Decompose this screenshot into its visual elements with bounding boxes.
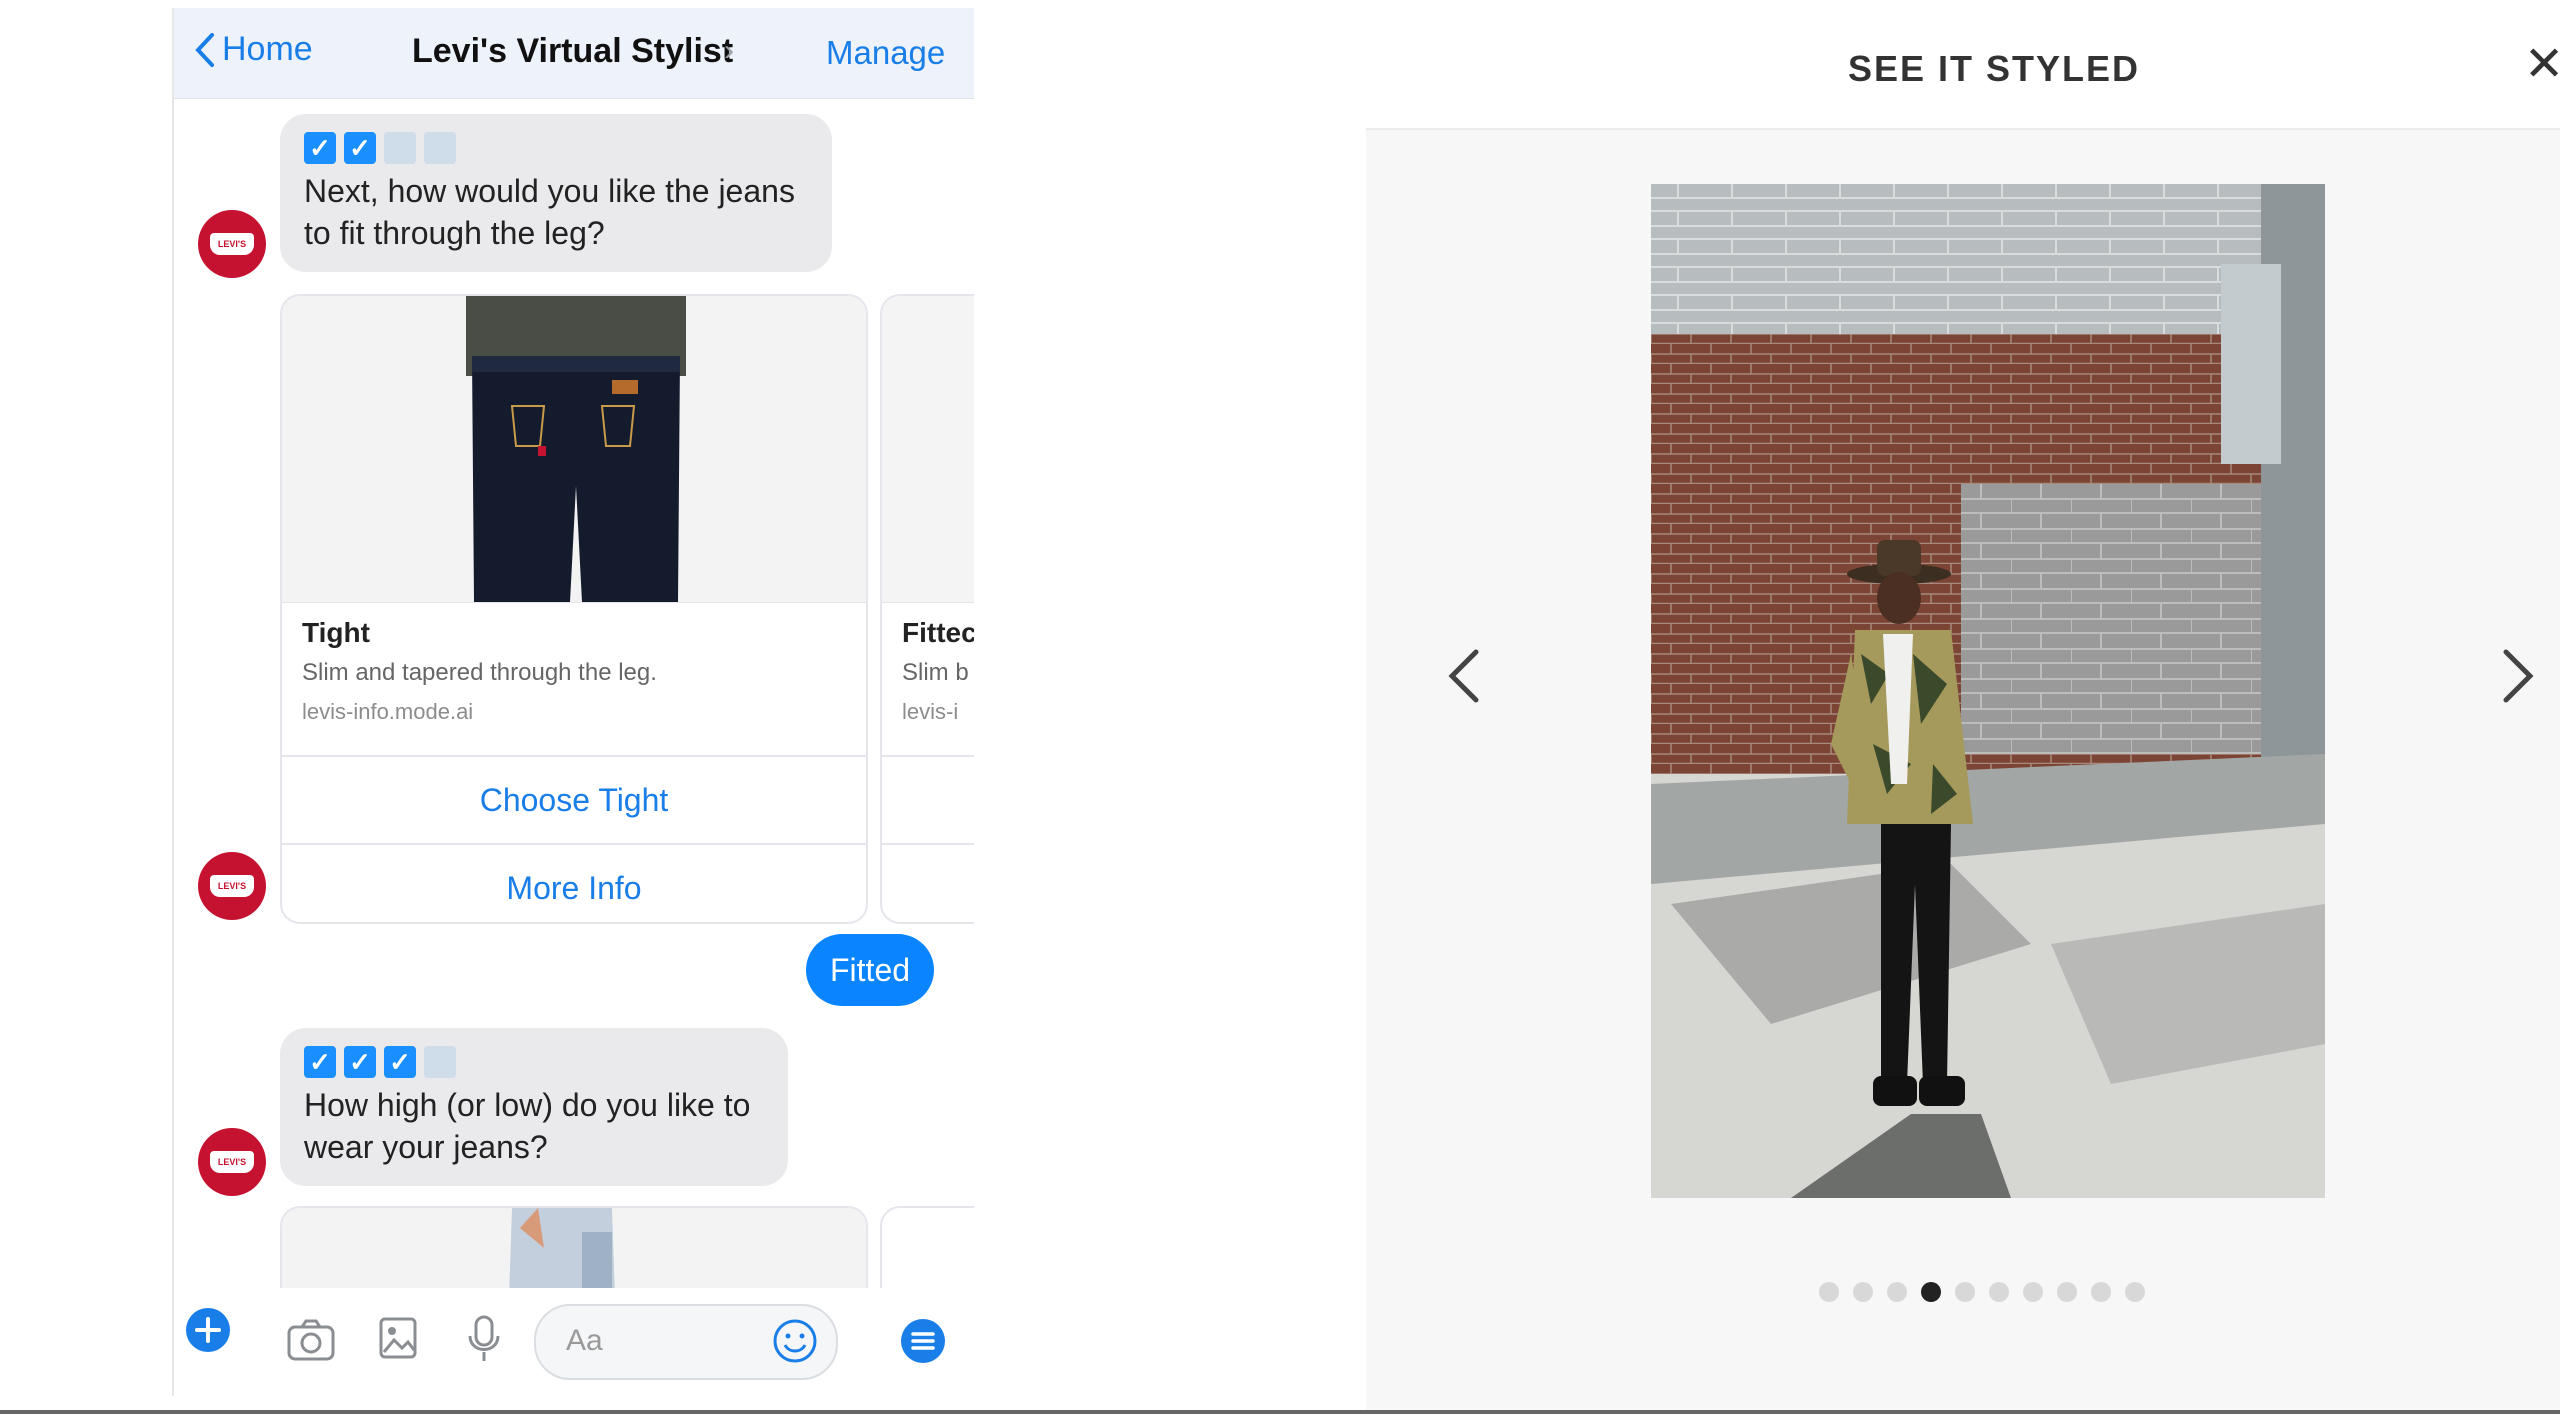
bot-message: ✓ ✓ ✓ How high (or low) do you like to w… (280, 1028, 788, 1186)
carousel-dot[interactable] (1955, 1282, 1975, 1302)
styled-header: SEE IT STYLED ✕ (1366, 0, 2560, 130)
checkbox-checked: ✓ (344, 1046, 376, 1078)
bot-message: ✓ ✓ Next, how would you like the jeans t… (280, 114, 832, 272)
input-placeholder: Aa (566, 1324, 603, 1357)
jeans-product-photo (282, 296, 866, 602)
product-subtitle: Slim b (902, 659, 969, 686)
choose-tight-button[interactable]: Choose Tight (282, 755, 866, 843)
carousel-dot[interactable] (1819, 1282, 1839, 1302)
progress-checks: ✓ ✓ ✓ (304, 1046, 764, 1078)
carousel-dot[interactable] (2057, 1282, 2077, 1302)
product-title: Fittec (902, 617, 974, 648)
product-card: Tight Slim and tapered through the leg. … (280, 294, 868, 924)
carousel-dot-active[interactable] (1921, 1282, 1941, 1302)
image-icon[interactable] (378, 1316, 418, 1365)
product-image[interactable] (882, 296, 974, 602)
levis-logo: LEVI'S (210, 1151, 254, 1173)
manage-button[interactable]: Manage (826, 34, 945, 72)
message-composer: Aa (174, 1288, 974, 1396)
back-button[interactable]: Home (194, 30, 313, 69)
card-action-button[interactable] (882, 843, 974, 922)
man-on-rooftop-photo (1651, 184, 2325, 1198)
checkbox-checked: ✓ (304, 1046, 336, 1078)
product-title: Tight (302, 617, 370, 648)
checkbox-empty (424, 132, 456, 164)
message-input[interactable]: Aa (534, 1304, 838, 1380)
checkbox-checked: ✓ (384, 1046, 416, 1078)
card-action-button[interactable] (882, 755, 974, 843)
close-icon[interactable]: ✕ (2524, 36, 2560, 92)
product-card-body: Tight Slim and tapered through the leg. … (282, 602, 866, 755)
checkbox-checked: ✓ (304, 132, 336, 164)
carousel-dot[interactable] (2091, 1282, 2111, 1302)
product-card: Fittec Slim b levis-i (880, 294, 974, 924)
back-label: Home (222, 30, 313, 68)
carousel-dot[interactable] (1887, 1282, 1907, 1302)
plus-icon[interactable] (184, 1306, 232, 1359)
chat-header: Home Levi's Virtual Stylist › Manage (174, 8, 974, 99)
bottom-divider (0, 1410, 2560, 1414)
title-chevron-icon: › (724, 34, 734, 67)
emoji-icon[interactable] (772, 1318, 818, 1369)
chevron-left-icon (195, 32, 214, 67)
bot-avatar: LEVI'S (198, 1128, 266, 1196)
chevron-right-icon[interactable] (2500, 648, 2536, 709)
carousel-dot[interactable] (2023, 1282, 2043, 1302)
levis-logo: LEVI'S (210, 233, 254, 255)
levis-logo: LEVI'S (210, 875, 254, 897)
product-source: levis-i (902, 699, 959, 724)
styled-title: SEE IT STYLED (1848, 48, 2141, 89)
carousel-dot[interactable] (1853, 1282, 1873, 1302)
microphone-icon[interactable] (466, 1314, 502, 1369)
product-card-body: Fittec Slim b levis-i (882, 602, 974, 755)
user-message: Fitted (806, 934, 935, 1006)
carousel-dots (1819, 1282, 2145, 1302)
product-image[interactable] (282, 296, 866, 602)
styled-panel: SEE IT STYLED ✕ (1366, 0, 2560, 1410)
styled-photo[interactable] (1651, 184, 2325, 1198)
message-text: Next, how would you like the jeans to fi… (304, 173, 795, 251)
menu-icon[interactable] (900, 1318, 946, 1369)
styled-body (1366, 130, 2560, 1410)
product-subtitle: Slim and tapered through the leg. (302, 659, 657, 686)
more-info-button[interactable]: More Info (282, 843, 866, 922)
message-text: How high (or low) do you like to wear yo… (304, 1087, 751, 1165)
checkbox-empty (424, 1046, 456, 1078)
bot-avatar: LEVI'S (198, 210, 266, 278)
checkbox-empty (384, 132, 416, 164)
carousel-dot[interactable] (1989, 1282, 2009, 1302)
checkbox-checked: ✓ (344, 132, 376, 164)
bot-avatar: LEVI'S (198, 852, 266, 920)
product-source: levis-info.mode.ai (302, 699, 474, 724)
chevron-left-icon[interactable] (1446, 648, 1482, 709)
messenger-panel: Home Levi's Virtual Stylist › Manage ✓ ✓… (172, 8, 974, 1396)
chat-title[interactable]: Levi's Virtual Stylist (412, 32, 733, 71)
camera-icon[interactable] (286, 1318, 336, 1367)
progress-checks: ✓ ✓ (304, 132, 808, 164)
carousel-dot[interactable] (2125, 1282, 2145, 1302)
